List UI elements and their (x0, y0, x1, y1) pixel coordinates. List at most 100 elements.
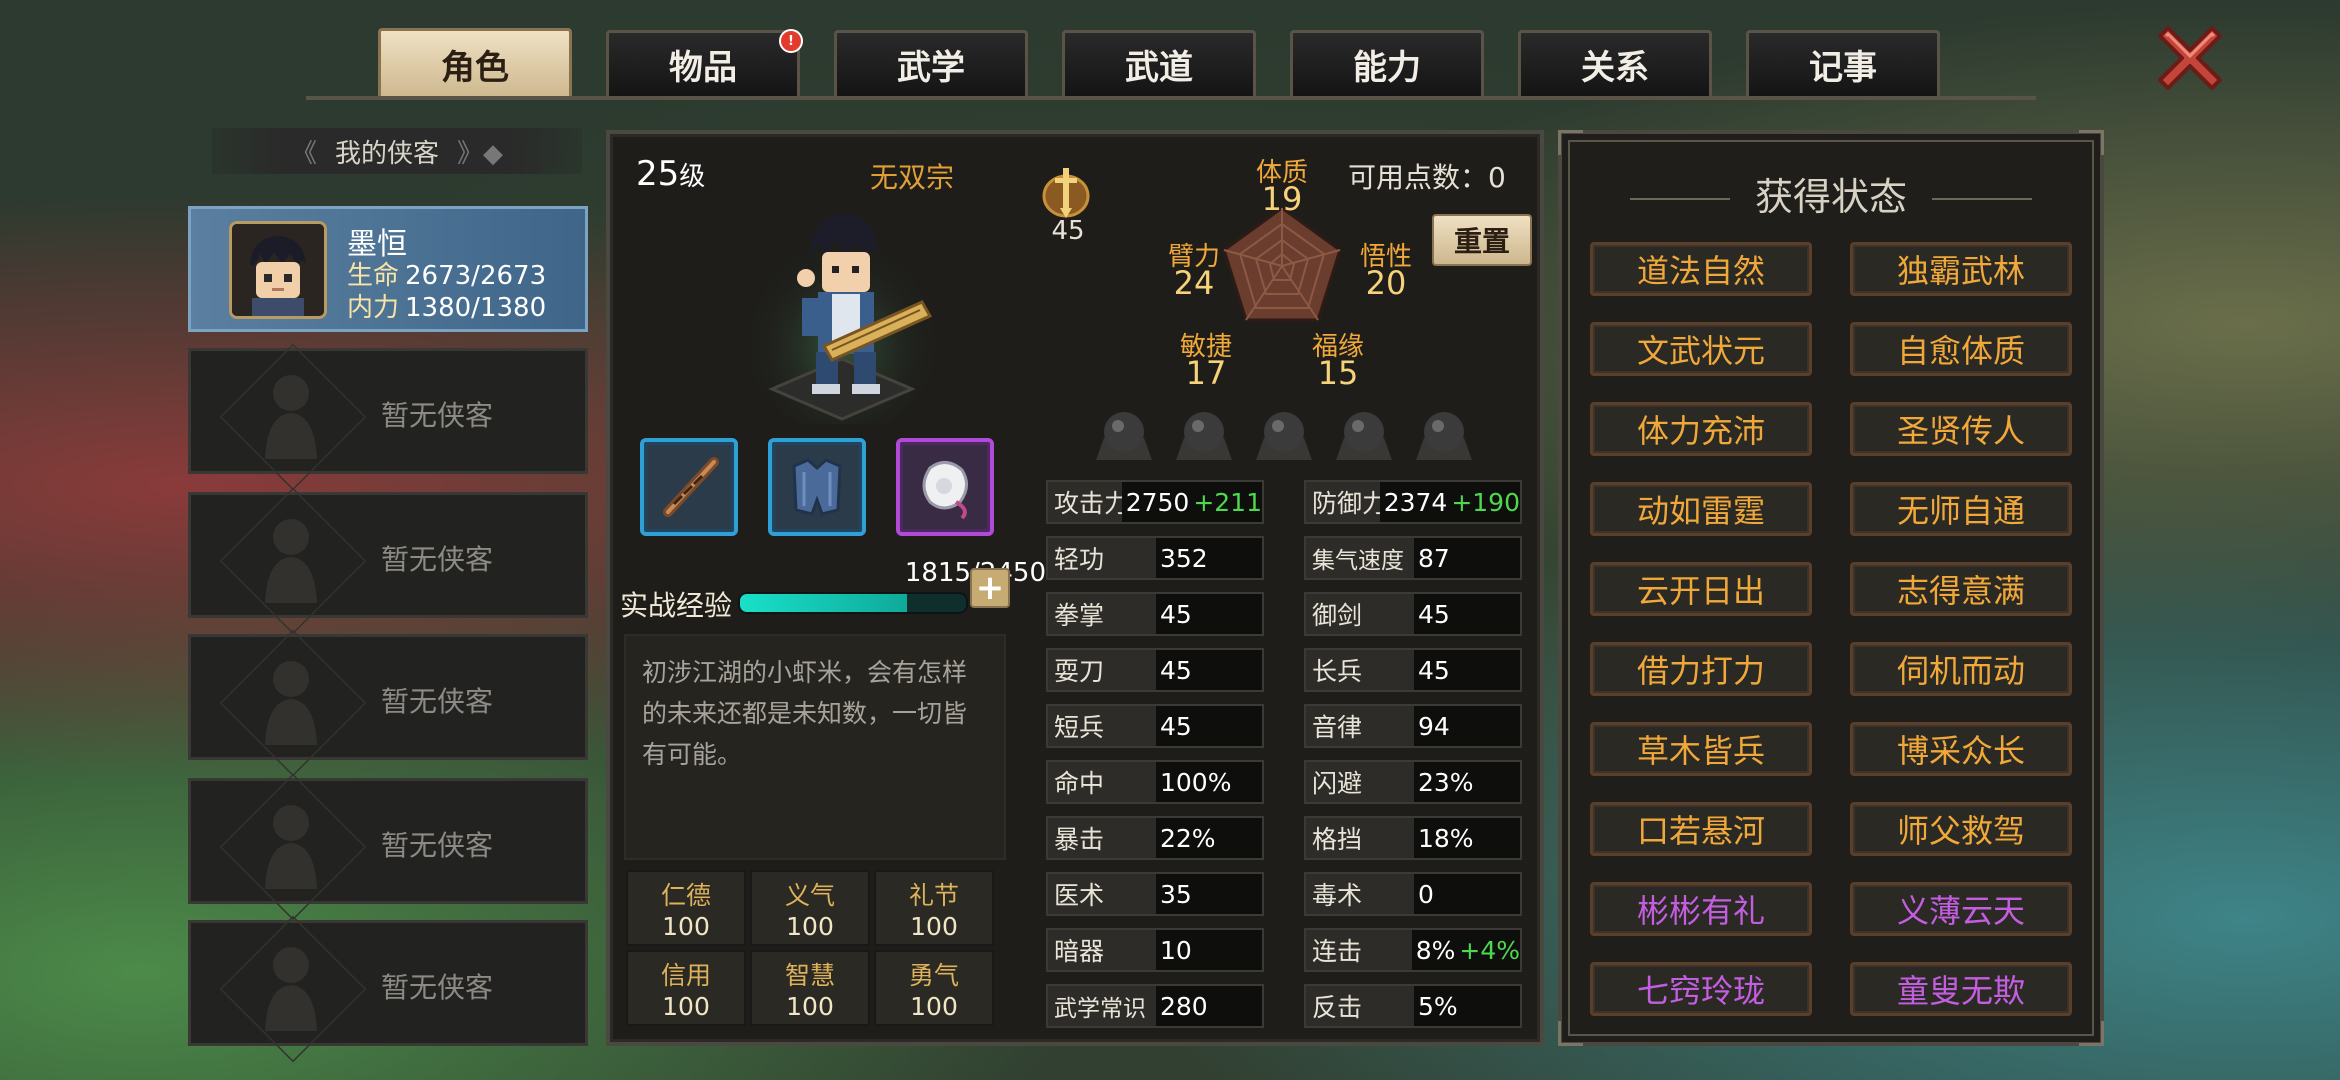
stat-value: 87 (1418, 543, 1450, 573)
empty-gem-socket-icon[interactable] (1252, 404, 1316, 464)
stat-value: 100% (1160, 767, 1232, 797)
panel-corner-ornament (1558, 1021, 1583, 1046)
exp-progress-fill (740, 594, 908, 612)
hero-slot-empty[interactable]: 暂无侠客 (188, 343, 588, 491)
empty-gem-socket-icon[interactable] (1332, 404, 1396, 464)
stat-key: 轻功 (1048, 538, 1156, 578)
tab-martial-arts[interactable]: 武学 (834, 30, 1028, 96)
status-chip[interactable]: 体力充沛 (1590, 402, 1812, 456)
tab-martial-way[interactable]: 武道 (1062, 30, 1256, 96)
tab-items[interactable]: 物品! (606, 29, 803, 96)
tab-abilities[interactable]: 能力 (1290, 30, 1484, 96)
status-chip[interactable]: 口若悬河 (1590, 802, 1812, 856)
stat-key: 防御力 (1306, 482, 1380, 522)
status-chip[interactable]: 借力打力 (1590, 642, 1812, 696)
silhouette-icon (265, 661, 317, 745)
stat-value: 10 (1160, 935, 1192, 965)
stat-value: 94 (1418, 711, 1450, 741)
status-chip[interactable]: 七窍玲珑 (1590, 962, 1812, 1016)
tab-character[interactable]: 角色 (378, 28, 572, 98)
status-chip[interactable]: 独霸武林 (1850, 242, 2072, 296)
tab-label: 角色 (441, 48, 509, 88)
hero-mp: 内力 1380/1380 (347, 287, 546, 324)
virtue-cell: 义气 100 (750, 870, 870, 946)
status-chip[interactable]: 师父救驾 (1850, 802, 2072, 856)
hero-slot-empty[interactable]: 暂无侠客 (188, 629, 588, 777)
header-label: 我的侠客 (335, 138, 440, 169)
stat-key: 反击 (1306, 986, 1414, 1026)
status-chip[interactable]: 彬彬有礼 (1590, 882, 1812, 936)
stat-row: 集气速度 87 (1304, 536, 1522, 580)
status-chip[interactable]: 无师自通 (1850, 482, 2072, 536)
equip-slot-accessory[interactable] (896, 438, 994, 536)
empty-gem-socket-icon[interactable] (1092, 404, 1156, 464)
stat-value: 35 (1160, 879, 1192, 909)
stat-row: 暗器 10 (1046, 928, 1264, 972)
tab-label: 能力 (1353, 48, 1421, 88)
stat-value: 45 (1160, 599, 1192, 629)
exp-label: 实战经验 (620, 589, 733, 622)
status-chip[interactable]: 云开日出 (1590, 562, 1812, 616)
hero-portrait-icon (232, 224, 324, 316)
status-chip[interactable]: 博采众长 (1850, 722, 2072, 776)
empty-slot-label: 暂无侠客 (381, 971, 494, 1004)
tab-label: 武道 (1125, 48, 1193, 88)
equip-slot-armor[interactable] (768, 438, 866, 536)
virtue-name: 智慧 (784, 961, 835, 990)
stat-value: 18% (1418, 823, 1474, 853)
jade-pendant-icon (922, 461, 968, 520)
status-chip[interactable]: 伺机而动 (1850, 642, 2072, 696)
avatar (229, 221, 327, 319)
status-chip[interactable]: 草木皆兵 (1590, 722, 1812, 776)
stat-bonus: +190 (1451, 487, 1520, 517)
virtue-name: 仁德 (660, 881, 711, 910)
status-chip[interactable]: 文武状元 (1590, 322, 1812, 376)
hero-slot-empty[interactable]: 暂无侠客 (188, 915, 588, 1063)
sect-name: 无双宗 (870, 161, 955, 194)
chevron-right-icon: 》◆ (457, 138, 504, 169)
equip-slot-weapon[interactable] (640, 438, 738, 536)
status-chip[interactable]: 动如雷霆 (1590, 482, 1812, 536)
status-chip[interactable]: 自愈体质 (1850, 322, 2072, 376)
points-label: 可用点数： (1348, 161, 1489, 194)
attr-tizhi-value: 19 (1261, 180, 1303, 218)
hero-slot-selected[interactable]: 墨恒 生命 2673/2673 内力 1380/1380 (188, 206, 588, 332)
stat-value: 5% (1418, 991, 1458, 1021)
status-chip[interactable]: 义薄云天 (1850, 882, 2072, 936)
virtue-name: 勇气 (908, 961, 959, 990)
status-panel-title: 获得状态 (1754, 175, 1907, 219)
virtue-name: 义气 (784, 881, 835, 910)
tab-journal[interactable]: 记事 (1746, 30, 1940, 96)
attribute-radar-icon (1222, 206, 1342, 322)
silhouette-icon (265, 947, 317, 1031)
panel-corner-ornament (2079, 1021, 2104, 1046)
stat-row: 轻功 352 (1046, 536, 1264, 580)
add-exp-button[interactable]: + (970, 568, 1010, 608)
empty-gem-socket-icon[interactable] (1172, 404, 1236, 464)
hero-slot-empty[interactable]: 暂无侠客 (188, 773, 588, 921)
stat-key: 闪避 (1306, 762, 1414, 802)
virtue-cell: 信用 100 (626, 950, 746, 1026)
reset-button[interactable]: 重置 (1432, 214, 1532, 266)
stat-key: 拳掌 (1048, 594, 1156, 634)
stat-key: 暗器 (1048, 930, 1156, 970)
tab-strip-divider (306, 96, 2036, 100)
status-panel: 获得状态 道法自然 独霸武林 文武状元 自愈体质 体力充沛 圣贤传人 动如雷霆 无师自通 云开日… (1558, 130, 2104, 1046)
hero-slot-empty[interactable]: 暂无侠客 (188, 487, 588, 635)
tab-label: 物品 (669, 48, 737, 88)
stat-value: 8% (1415, 935, 1456, 965)
status-chip[interactable]: 童叟无欺 (1850, 962, 2072, 1016)
status-chip[interactable]: 道法自然 (1590, 242, 1812, 296)
empty-gem-socket-icon[interactable] (1412, 404, 1476, 464)
stat-key: 短兵 (1048, 706, 1156, 746)
close-button[interactable] (2150, 18, 2230, 98)
stat-row: 攻击力 2750 +211 (1046, 480, 1264, 524)
tab-relations[interactable]: 关系 (1518, 30, 1712, 96)
status-chip[interactable]: 圣贤传人 (1850, 402, 2072, 456)
mp-label: 内力 (347, 293, 400, 323)
chevron-left-icon: 《 (290, 138, 317, 169)
stat-value: 45 (1418, 655, 1450, 685)
status-chip[interactable]: 志得意满 (1850, 562, 2072, 616)
virtue-value: 100 (662, 912, 710, 941)
exp-value: 1815/2450 (820, 558, 1046, 588)
